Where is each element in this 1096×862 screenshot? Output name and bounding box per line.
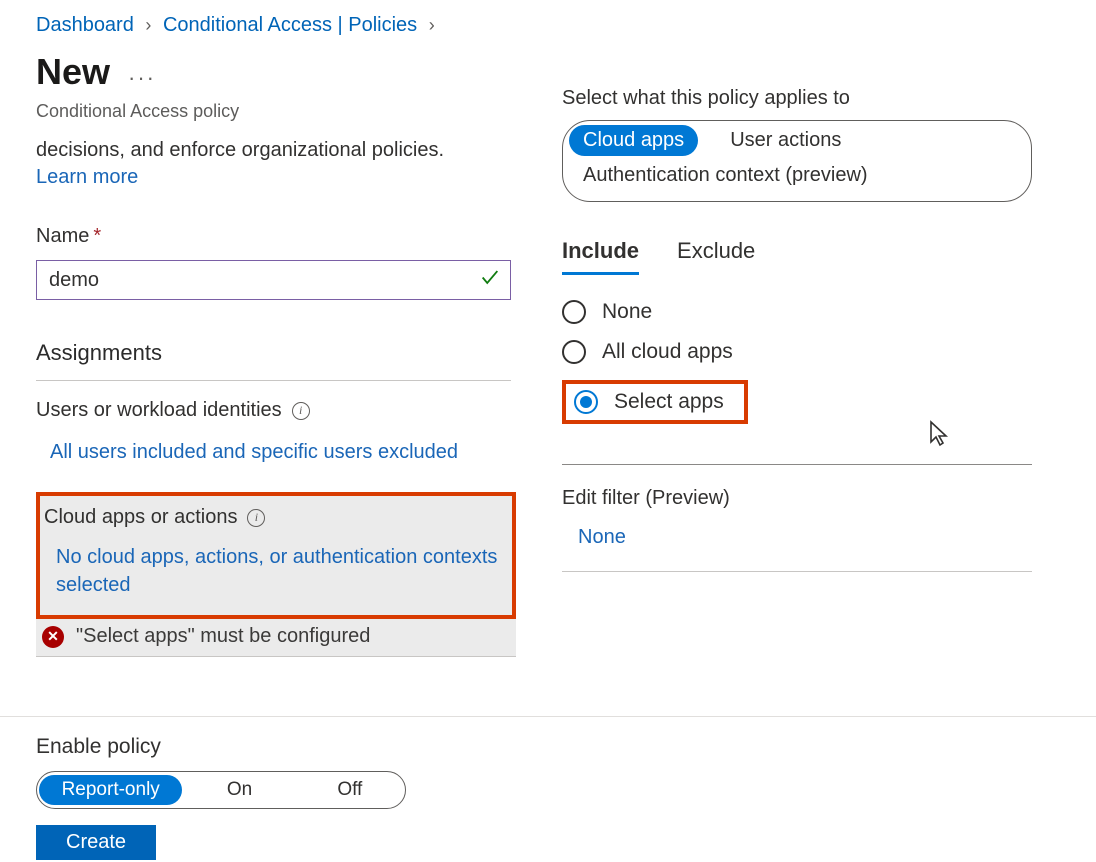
tab-include[interactable]: Include xyxy=(562,238,639,275)
applies-to-label: Select what this policy applies to xyxy=(562,87,1020,110)
page-subtitle: Conditional Access policy xyxy=(36,101,510,122)
enable-policy-toggle: Report-only On Off xyxy=(36,771,406,809)
radio-select-apps[interactable]: Select apps xyxy=(572,390,724,414)
toggle-on[interactable]: On xyxy=(184,775,294,805)
required-indicator: * xyxy=(93,225,101,247)
applies-to-segmented: Cloud apps User actions Authentication c… xyxy=(562,120,1032,202)
more-actions-icon[interactable]: ··· xyxy=(128,67,156,89)
info-icon[interactable]: i xyxy=(292,402,310,420)
tab-exclude[interactable]: Exclude xyxy=(677,238,755,275)
users-row[interactable]: Users or workload identities i xyxy=(36,399,511,422)
cloud-apps-label: Cloud apps or actions xyxy=(44,506,237,529)
name-label: Name* xyxy=(36,225,510,248)
info-icon[interactable]: i xyxy=(247,509,265,527)
toggle-report-only[interactable]: Report-only xyxy=(39,775,182,805)
radio-label: Select apps xyxy=(614,390,724,414)
assignments-heading: Assignments xyxy=(36,340,511,381)
validation-error-row: ✕ "Select apps" must be configured xyxy=(36,619,516,657)
radio-icon xyxy=(562,300,586,324)
radio-label: None xyxy=(602,300,652,324)
policy-name-input[interactable] xyxy=(36,260,511,300)
chevron-right-icon: › xyxy=(145,15,151,35)
toggle-off[interactable]: Off xyxy=(295,775,405,805)
breadcrumb: Dashboard › Conditional Access | Policie… xyxy=(0,0,1096,37)
radio-icon xyxy=(574,390,598,414)
learn-more-link[interactable]: Learn more xyxy=(36,166,138,189)
radio-all-cloud-apps[interactable]: All cloud apps xyxy=(562,340,1020,364)
breadcrumb-dashboard[interactable]: Dashboard xyxy=(36,14,134,36)
radio-label: All cloud apps xyxy=(602,340,733,364)
users-label: Users or workload identities xyxy=(36,399,282,422)
divider xyxy=(562,571,1032,572)
error-icon: ✕ xyxy=(42,626,64,648)
radio-none[interactable]: None xyxy=(562,300,1020,324)
seg-user-actions[interactable]: User actions xyxy=(716,125,855,156)
chevron-right-icon: › xyxy=(429,15,435,35)
users-summary-link[interactable]: All users included and specific users ex… xyxy=(36,438,511,466)
enable-policy-label: Enable policy xyxy=(36,735,1096,759)
radio-select-apps-highlight: Select apps xyxy=(562,380,748,424)
include-exclude-tabs: Include Exclude xyxy=(562,238,1020,276)
seg-cloud-apps[interactable]: Cloud apps xyxy=(569,125,698,156)
breadcrumb-conditional-access[interactable]: Conditional Access | Policies xyxy=(163,14,417,36)
policy-description: decisions, and enforce organizational po… xyxy=(36,136,510,164)
checkmark-icon xyxy=(479,267,501,294)
edit-filter-label: Edit filter (Preview) xyxy=(562,487,1020,510)
radio-icon xyxy=(562,340,586,364)
seg-auth-context[interactable]: Authentication context (preview) xyxy=(569,160,1015,191)
page-title: New xyxy=(36,51,110,93)
create-button[interactable]: Create xyxy=(36,825,156,860)
cloud-apps-summary-link[interactable]: No cloud apps, actions, or authenticatio… xyxy=(40,543,500,599)
bottom-bar: Enable policy Report-only On Off Create xyxy=(0,716,1096,862)
filter-value-link[interactable]: None xyxy=(562,526,1020,549)
error-text: "Select apps" must be configured xyxy=(76,625,370,648)
divider xyxy=(562,464,1032,465)
cloud-apps-block[interactable]: Cloud apps or actions i No cloud apps, a… xyxy=(36,492,516,619)
